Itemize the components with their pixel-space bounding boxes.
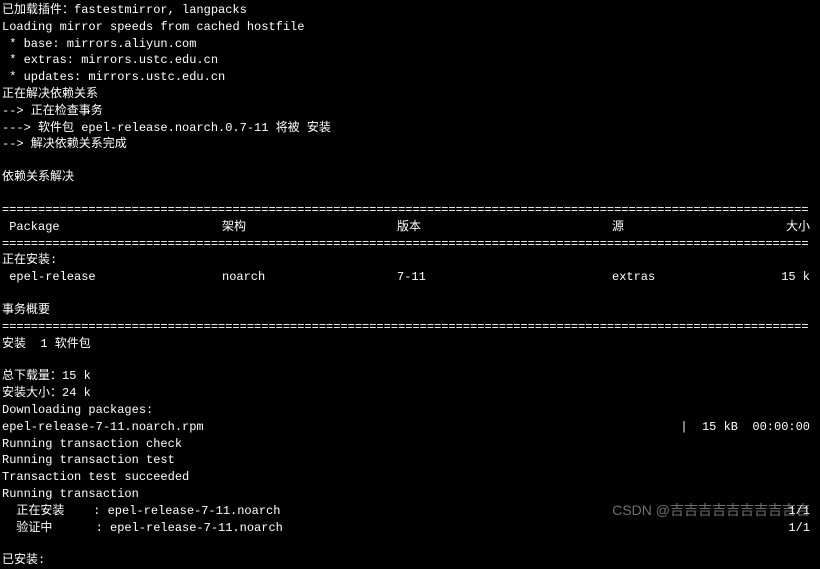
table-row: epel-release noarch 7-11 extras 15 k xyxy=(2,269,818,286)
download-row: epel-release-7-11.noarch.rpm | 15 kB 00:… xyxy=(2,419,818,436)
col-repo-header: 源 xyxy=(612,219,772,236)
installing-label: 正在安装: xyxy=(2,252,818,269)
divider-line: ========================================… xyxy=(2,319,818,336)
divider-line: ========================================… xyxy=(2,202,818,219)
transaction-check: Running transaction check xyxy=(2,436,818,453)
summary-label: 事务概要 xyxy=(2,302,818,319)
cell-repo: extras xyxy=(612,269,772,286)
blank-line xyxy=(2,286,818,302)
transaction-succeeded: Transaction test succeeded xyxy=(2,469,818,486)
cell-package: epel-release xyxy=(2,269,222,286)
transaction-running: Running transaction xyxy=(2,486,818,503)
output-line: --> 解决依赖关系完成 xyxy=(2,136,818,153)
output-line: ---> 软件包 epel-release.noarch.0.7-11 将被 安… xyxy=(2,120,818,137)
col-size-header: 大小 xyxy=(772,219,818,236)
output-line: * updates: mirrors.ustc.edu.cn xyxy=(2,69,818,86)
install-count: 安装 1 软件包 xyxy=(2,336,818,353)
install-size: 安装大小：24 k xyxy=(2,385,818,402)
installing-text: 正在安装 : epel-release-7-11.noarch xyxy=(2,503,280,520)
verifying-row: 验证中 : epel-release-7-11.noarch 1/1 xyxy=(2,520,818,537)
blank-line xyxy=(2,352,818,368)
output-line: * base: mirrors.aliyun.com xyxy=(2,36,818,53)
download-file: epel-release-7-11.noarch.rpm xyxy=(2,419,204,436)
cell-version: 7-11 xyxy=(397,269,612,286)
installing-row: 正在安装 : epel-release-7-11.noarch 1/1 xyxy=(2,503,818,520)
verifying-text: 验证中 : epel-release-7-11.noarch xyxy=(2,520,283,537)
col-package-header: Package xyxy=(2,219,222,236)
total-download: 总下载量：15 k xyxy=(2,368,818,385)
verifying-count: 1/1 xyxy=(788,520,818,537)
cell-size: 15 k xyxy=(772,269,818,286)
table-header: Package 架构 版本 源 大小 xyxy=(2,219,818,236)
divider-line: ========================================… xyxy=(2,236,818,253)
output-line: --> 正在检查事务 xyxy=(2,103,818,120)
cell-arch: noarch xyxy=(222,269,397,286)
blank-line xyxy=(2,536,818,552)
downloading-label: Downloading packages: xyxy=(2,402,818,419)
output-line: 正在解决依赖关系 xyxy=(2,86,818,103)
blank-line xyxy=(2,186,818,202)
col-version-header: 版本 xyxy=(397,219,612,236)
output-line: Loading mirror speeds from cached hostfi… xyxy=(2,19,818,36)
output-line: * extras: mirrors.ustc.edu.cn xyxy=(2,52,818,69)
installing-count: 1/1 xyxy=(788,503,818,520)
col-arch-header: 架构 xyxy=(222,219,397,236)
transaction-test: Running transaction test xyxy=(2,452,818,469)
output-line: 已加载插件：fastestmirror, langpacks xyxy=(2,2,818,19)
blank-line xyxy=(2,153,818,169)
download-progress: | 15 kB 00:00:00 xyxy=(680,419,818,436)
output-line: 依赖关系解决 xyxy=(2,169,818,186)
installed-label: 已安装: xyxy=(2,552,818,569)
